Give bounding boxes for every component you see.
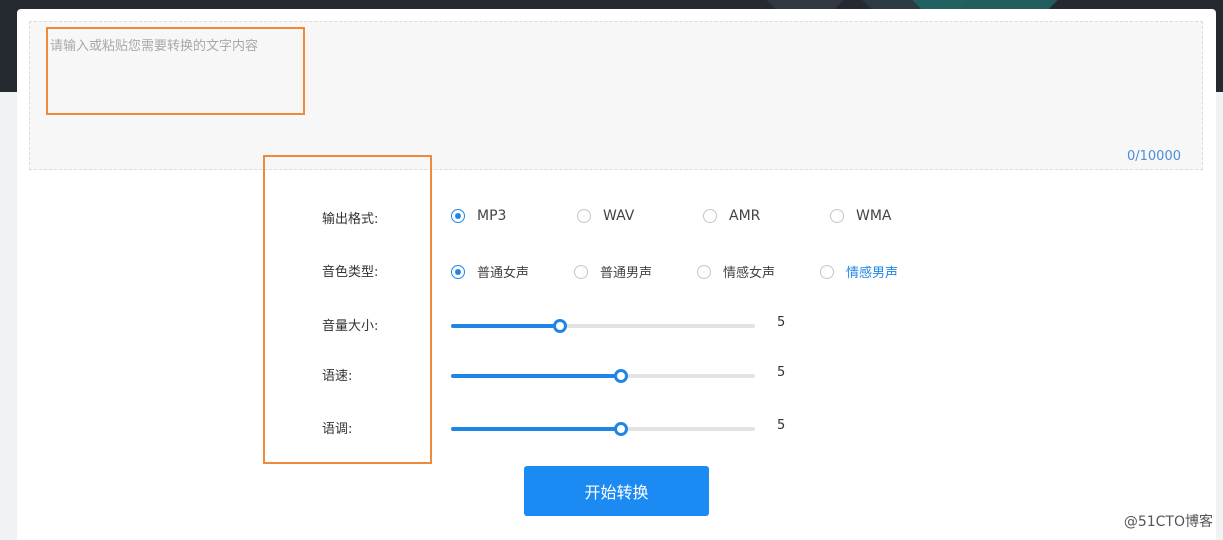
voice-option-emotional-female[interactable]: 情感女声 xyxy=(697,262,775,281)
slider-fill xyxy=(451,324,561,328)
voice-option-label: 情感女声 xyxy=(723,266,776,281)
pitch-slider[interactable] xyxy=(451,422,755,436)
format-option-amr[interactable]: AMR xyxy=(703,208,760,224)
voice-option-label: 普通男声 xyxy=(600,266,653,281)
voice-option-emotional-male[interactable]: 情感男声 xyxy=(820,262,898,281)
format-option-label: WMA xyxy=(856,208,892,224)
voice-option-label: 普通女声 xyxy=(477,266,530,281)
radio-checked-icon xyxy=(451,264,465,279)
slider-fill xyxy=(451,427,622,431)
radio-unchecked-icon xyxy=(574,264,588,279)
voice-option-label: 情感男声 xyxy=(846,266,899,281)
pitch-label: 语调: xyxy=(322,422,353,437)
radio-checked-icon xyxy=(451,209,465,223)
format-option-label: MP3 xyxy=(477,208,507,224)
watermark: @51CTO博客 xyxy=(1123,514,1213,530)
voice-label: 音色类型: xyxy=(322,265,379,280)
radio-unchecked-icon xyxy=(703,209,717,223)
slider-fill xyxy=(451,374,622,378)
format-option-wav[interactable]: WAV xyxy=(577,208,634,224)
format-label: 输出格式: xyxy=(322,212,379,227)
pitch-value: 5 xyxy=(777,418,786,433)
voice-option-normal-male[interactable]: 普通男声 xyxy=(574,262,652,281)
radio-unchecked-icon xyxy=(697,264,711,279)
radio-unchecked-icon xyxy=(577,209,591,223)
char-counter: 0/10000 xyxy=(1126,149,1181,164)
volume-label: 音量大小: xyxy=(322,319,379,334)
radio-unchecked-icon xyxy=(820,264,834,279)
voice-option-normal-female[interactable]: 普通女声 xyxy=(451,262,529,281)
speed-label: 语速: xyxy=(322,369,353,384)
converter-card: 0/10000 输出格式: MP3 WAV AMR WMA 音色类型: 普通女声… xyxy=(17,9,1216,540)
format-option-wma[interactable]: WMA xyxy=(830,208,892,224)
start-convert-button[interactable]: 开始转换 xyxy=(524,466,709,516)
volume-value: 5 xyxy=(777,315,786,330)
volume-slider[interactable] xyxy=(451,319,755,333)
speed-slider[interactable] xyxy=(451,369,755,383)
format-option-label: AMR xyxy=(729,208,761,224)
format-option-label: WAV xyxy=(603,208,635,224)
slider-handle[interactable] xyxy=(614,369,629,383)
format-option-mp3[interactable]: MP3 xyxy=(451,208,506,224)
speed-value: 5 xyxy=(777,365,786,380)
slider-handle[interactable] xyxy=(614,422,629,436)
radio-unchecked-icon xyxy=(830,209,844,223)
text-input[interactable] xyxy=(30,22,1202,169)
slider-handle[interactable] xyxy=(553,319,568,333)
text-input-area: 0/10000 xyxy=(29,21,1203,170)
